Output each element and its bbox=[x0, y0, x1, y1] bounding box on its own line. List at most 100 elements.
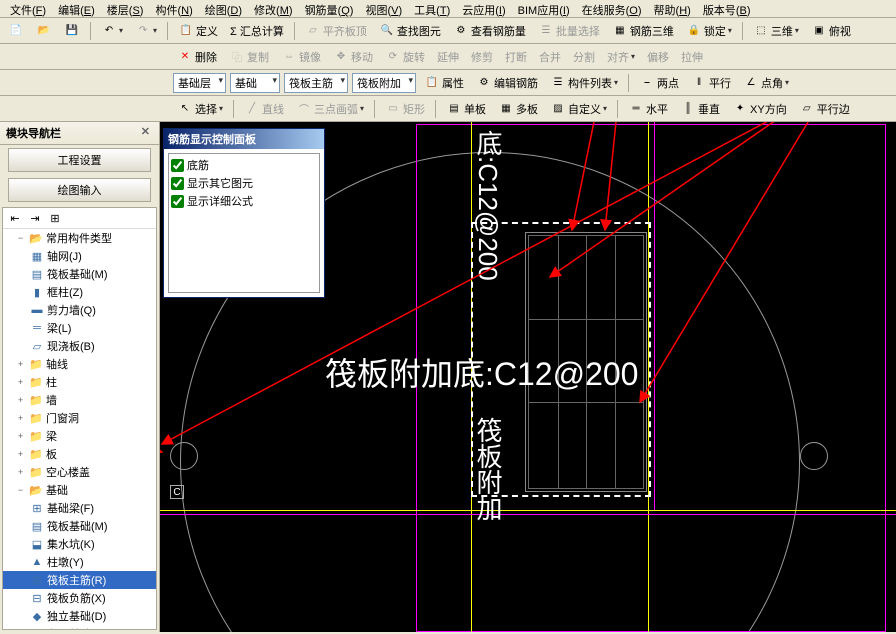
select-button[interactable]: ↖选择▾ bbox=[173, 99, 227, 119]
menu-online[interactable]: 在线服务(O) bbox=[576, 1, 648, 16]
lock-button[interactable]: 🔒锁定▾ bbox=[682, 21, 736, 41]
flat-slab-button[interactable]: ▱平齐板顶 bbox=[301, 21, 371, 41]
tree-shear-wall[interactable]: ▬剪力墙(Q) bbox=[3, 301, 156, 319]
trim-button[interactable]: 修剪 bbox=[467, 47, 497, 67]
base-layer-combo[interactable]: 基础层 bbox=[173, 73, 226, 93]
tree-beam-l[interactable]: ═梁(L) bbox=[3, 319, 156, 337]
drawing-input-button[interactable]: 绘图输入 bbox=[8, 178, 151, 202]
toolbar-context: 基础层 基础 筏板主筋 筏板附加 📋属性 ⚙编辑钢筋 ☰构件列表▾ ⎯两点 ‖平… bbox=[0, 70, 896, 96]
tree-raft-base2[interactable]: ▤筏板基础(M) bbox=[3, 517, 156, 535]
delete-button[interactable]: ✕删除 bbox=[173, 47, 221, 67]
mirror-button[interactable]: ⇔镜像 bbox=[277, 47, 325, 67]
project-settings-button[interactable]: 工程设置 bbox=[8, 148, 151, 172]
edit-rebar-button[interactable]: ⚙编辑钢筋 bbox=[472, 73, 542, 93]
tree-tool-2[interactable]: ⇥ bbox=[27, 210, 43, 226]
menu-draw[interactable]: 绘图(D) bbox=[199, 1, 248, 16]
menu-tools[interactable]: 工具(T) bbox=[408, 1, 456, 16]
menu-cloud[interactable]: 云应用(I) bbox=[456, 1, 511, 16]
break-button[interactable]: 打断 bbox=[501, 47, 531, 67]
tree-door-window[interactable]: +📁门窗洞 bbox=[3, 409, 156, 427]
two-point-button[interactable]: ⎯两点 bbox=[635, 73, 683, 93]
rect-button[interactable]: ▭矩形 bbox=[381, 99, 429, 119]
copy-icon: ⿻ bbox=[229, 49, 245, 65]
vertical-button[interactable]: ║垂直 bbox=[676, 99, 724, 119]
tree-col-pier[interactable]: ▲柱墩(Y) bbox=[3, 553, 156, 571]
tree-wall[interactable]: +📁墙 bbox=[3, 391, 156, 409]
extend-button[interactable]: 延伸 bbox=[433, 47, 463, 67]
properties-button[interactable]: 📋属性 bbox=[420, 73, 468, 93]
left-panel-close[interactable]: ✕ bbox=[138, 125, 153, 141]
menu-floor[interactable]: 楼层(S) bbox=[101, 1, 150, 16]
define-button[interactable]: 📋定义 bbox=[174, 21, 222, 41]
point-angle-button[interactable]: ∠点角▾ bbox=[739, 73, 793, 93]
component-list-button[interactable]: ☰构件列表▾ bbox=[546, 73, 622, 93]
parallel-button[interactable]: ‖平行 bbox=[687, 73, 735, 93]
tree-base-beam[interactable]: ⊞基础梁(F) bbox=[3, 499, 156, 517]
view-3d-button[interactable]: ⬚三维▾ bbox=[749, 21, 803, 41]
stretch-button[interactable]: 拉伸 bbox=[677, 47, 707, 67]
menu-file[interactable]: 文件(F) bbox=[4, 1, 52, 16]
batch-select-button[interactable]: ☰批量选择 bbox=[534, 21, 604, 41]
tree-axis-net[interactable]: ▦轴网(J) bbox=[3, 247, 156, 265]
split-button[interactable]: 分割 bbox=[569, 47, 599, 67]
menu-version[interactable]: 版本号(B) bbox=[697, 1, 757, 16]
tree-raft-neg[interactable]: ⊟筏板负筋(X) bbox=[3, 589, 156, 607]
menu-bim[interactable]: BIM应用(I) bbox=[512, 1, 576, 16]
menu-edit[interactable]: 编辑(E) bbox=[52, 1, 101, 16]
menu-view[interactable]: 视图(V) bbox=[359, 1, 408, 16]
offset-button[interactable]: 偏移 bbox=[643, 47, 673, 67]
level-button[interactable]: ═水平 bbox=[624, 99, 672, 119]
tree-hollow[interactable]: +📁空心楼盖 bbox=[3, 463, 156, 481]
tree-axis[interactable]: +📁轴线 bbox=[3, 355, 156, 373]
raft-add-combo[interactable]: 筏板附加 bbox=[352, 73, 416, 93]
tree-frame-col[interactable]: ▮框柱(Z) bbox=[3, 283, 156, 301]
tree-column[interactable]: +📁柱 bbox=[3, 373, 156, 391]
menu-help[interactable]: 帮助(H) bbox=[648, 1, 697, 16]
tree-sump[interactable]: ⬓集水坑(K) bbox=[3, 535, 156, 553]
tree-foundation[interactable]: −📂基础 bbox=[3, 481, 156, 499]
multi-slab-button[interactable]: ▦多板 bbox=[494, 99, 542, 119]
xy-button[interactable]: ✦XY方向 bbox=[728, 99, 791, 119]
tree-raft-main[interactable]: ⊞筏板主筋(R) bbox=[3, 571, 156, 589]
tree-raft-base[interactable]: ▤筏板基础(M) bbox=[3, 265, 156, 283]
tree-slab[interactable]: +📁板 bbox=[3, 445, 156, 463]
tree-beam[interactable]: +📁梁 bbox=[3, 427, 156, 445]
menu-component[interactable]: 构件(N) bbox=[149, 1, 198, 16]
tree-cast-slab[interactable]: ▱现浇板(B) bbox=[3, 337, 156, 355]
menu-rebar-qty[interactable]: 钢筋量(Q) bbox=[299, 1, 360, 16]
custom-button[interactable]: ▨自定义▾ bbox=[546, 99, 611, 119]
line-button[interactable]: ╱直线 bbox=[240, 99, 288, 119]
raft-main-combo[interactable]: 筏板主筋 bbox=[284, 73, 348, 93]
tree-tool-1[interactable]: ⇤ bbox=[7, 210, 23, 226]
view-rebar-button[interactable]: ⚙查看钢筋量 bbox=[449, 21, 530, 41]
align-button[interactable]: 对齐▾ bbox=[603, 47, 639, 67]
tree-common-types[interactable]: −📂常用构件类型 bbox=[3, 229, 156, 247]
single-slab-button[interactable]: ▤单板 bbox=[442, 99, 490, 119]
new-button[interactable]: 📄 bbox=[4, 21, 28, 41]
bird-view-button[interactable]: ▣俯视 bbox=[807, 21, 855, 41]
sum-button[interactable]: Σ 汇总计算 bbox=[226, 21, 288, 41]
check-bottom-rebar[interactable]: 底筋 bbox=[171, 156, 317, 174]
merge-button[interactable]: 合并 bbox=[535, 47, 565, 67]
check-show-formula[interactable]: 显示详细公式 bbox=[171, 192, 317, 210]
rebar-3d-button[interactable]: ▦钢筋三维 bbox=[608, 21, 678, 41]
parallel-edge-button[interactable]: ▱平行边 bbox=[795, 99, 854, 119]
save-button[interactable]: 💾 bbox=[60, 21, 84, 41]
check-show-other[interactable]: 显示其它图元 bbox=[171, 174, 317, 192]
canvas-area[interactable]: 钢筋显示控制面板 底筋 显示其它图元 显示详细公式 bbox=[160, 122, 896, 632]
tree-iso-footing[interactable]: ◆独立基础(D) bbox=[3, 607, 156, 625]
arc-button[interactable]: ⌒三点画弧▾ bbox=[292, 99, 368, 119]
find-element-button[interactable]: 🔍查找图元 bbox=[375, 21, 445, 41]
redo-button[interactable]: ↷▾ bbox=[131, 21, 161, 41]
tree-tool-3[interactable]: ⊞ bbox=[47, 210, 63, 226]
toolbar-main: 📄 📂 💾 ↶▾ ↷▾ 📋定义 Σ 汇总计算 ▱平齐板顶 🔍查找图元 ⚙查看钢筋… bbox=[0, 18, 896, 44]
tree-strip-footing[interactable]: ▬条形基础(T) bbox=[3, 625, 156, 630]
foundation-combo[interactable]: 基础 bbox=[230, 73, 280, 93]
undo-button[interactable]: ↶▾ bbox=[97, 21, 127, 41]
copy-button[interactable]: ⿻复制 bbox=[225, 47, 273, 67]
move-button[interactable]: ✥移动 bbox=[329, 47, 377, 67]
open-button[interactable]: 📂 bbox=[32, 21, 56, 41]
rebar-display-panel[interactable]: 钢筋显示控制面板 底筋 显示其它图元 显示详细公式 bbox=[163, 128, 325, 298]
rotate-button[interactable]: ⟳旋转 bbox=[381, 47, 429, 67]
menu-modify[interactable]: 修改(M) bbox=[248, 1, 299, 16]
